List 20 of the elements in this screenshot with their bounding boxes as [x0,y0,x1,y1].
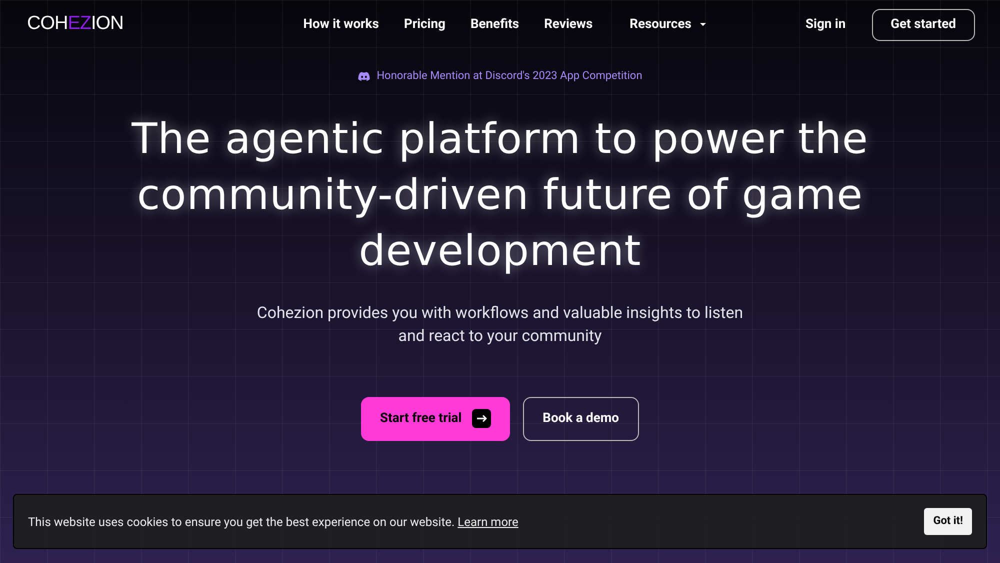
nav-link[interactable]: Pricing [404,14,446,34]
arrow-right-icon [472,409,491,428]
cookie-message: This website uses cookies to ensure you get the best experience on our website. Learn more [28,514,518,530]
get-started-button[interactable]: Get started [872,8,975,40]
discord-icon [358,72,370,81]
hero-title: The agentic platform to power the [132,112,868,164]
logo[interactable]: COHEZION [27,10,124,39]
nav-link[interactable]: Benefits [470,14,520,34]
nav-link[interactable]: How it works [303,14,379,34]
hero-title: development [358,224,642,276]
sign-in-link[interactable]: Sign in [806,14,846,34]
learn-more-link[interactable]: Learn more [458,514,518,528]
hero-title: community-driven future of game [136,168,864,220]
nav-link[interactable]: Resources [630,14,708,34]
award-badge-text: Honorable Mention at Discord's 2023 App Competition [376,68,642,84]
hero-subtitle: Cohezion provides you with workflows and valuable insights to listen and react to your community [256,302,744,346]
book-demo-button[interactable]: Book a demo [522,396,639,440]
nav-link[interactable]: Reviews [544,14,593,34]
start-trial-button[interactable]: Start free trial [361,396,510,440]
got-it-button[interactable]: Got it! [924,508,972,535]
